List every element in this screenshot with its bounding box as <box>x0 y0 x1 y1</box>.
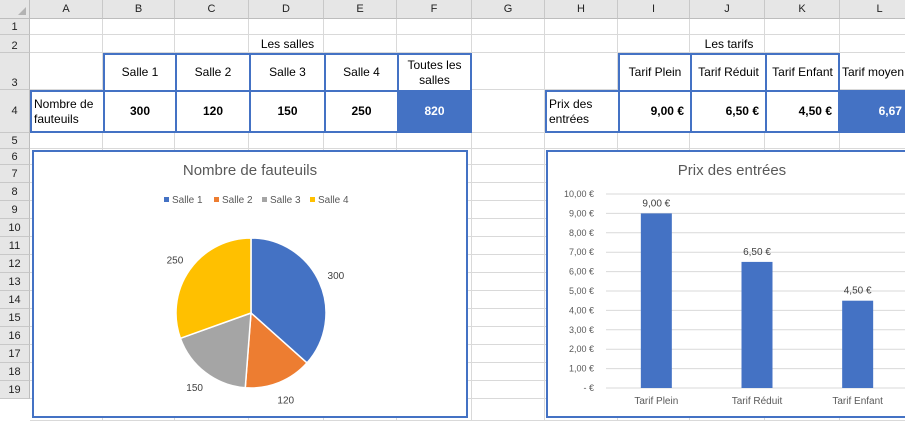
row-header-13[interactable]: 13 <box>0 273 30 291</box>
row-header-17[interactable]: 17 <box>0 345 30 363</box>
row-header-19[interactable]: 19 <box>0 381 30 399</box>
row-header-6[interactable]: 6 <box>0 149 30 165</box>
tarif-enfant-value[interactable]: 4,50 € <box>765 90 840 133</box>
tarif-plein-value[interactable]: 9,00 € <box>618 90 692 133</box>
y-tick-label-0: - € <box>583 383 594 393</box>
legend-swatch-4 <box>310 197 315 202</box>
bar-chart[interactable]: Prix des entrées - €1,00 €2,00 €3,00 €4,… <box>546 150 905 418</box>
row-header-2[interactable]: 2 <box>0 35 30 53</box>
pie-data-label-3: 150 <box>186 383 203 394</box>
salle4-label[interactable]: Salle 4 <box>324 53 399 92</box>
bar-3 <box>842 300 874 388</box>
row-header-15[interactable]: 15 <box>0 309 30 327</box>
bar-chart-svg: - € 1,00 € 2,00 € 3,00 € 4,00 € 5,00 € 6,00 € 7… <box>564 189 905 407</box>
column-header-l[interactable]: L <box>840 0 905 19</box>
row-header-1[interactable]: 1 <box>0 19 30 35</box>
salle3-value[interactable]: 150 <box>249 90 326 133</box>
row-header-4[interactable]: 4 <box>0 90 30 133</box>
y-tick-label-5: 5,00 € <box>569 286 594 296</box>
salles-header[interactable]: Les salles <box>103 35 472 53</box>
row-header-16[interactable]: 16 <box>0 327 30 345</box>
salle4-value[interactable]: 250 <box>324 90 399 133</box>
tarif-reduit-value[interactable]: 6,50 € <box>690 90 767 133</box>
y-tick-label-6: 6,00 € <box>569 267 594 277</box>
row-header-10[interactable]: 10 <box>0 219 30 237</box>
bar-data-label-2: 6,50 € <box>743 247 771 258</box>
row-header-14[interactable]: 14 <box>0 291 30 309</box>
y-tick-label-10: 10,00 € <box>564 189 594 199</box>
prix-entrees-label[interactable]: Prix des entrées <box>545 90 620 133</box>
pie-chart[interactable]: Nombre de fauteuils Salle 1 Salle 2 Salle … <box>32 150 468 418</box>
y-tick-label-2: 2,00 € <box>569 344 594 354</box>
y-tick-label-4: 4,00 € <box>569 305 594 315</box>
grid-line <box>544 19 545 421</box>
row-header-8[interactable]: 8 <box>0 183 30 201</box>
salle2-label[interactable]: Salle 2 <box>175 53 251 92</box>
column-header-h[interactable]: H <box>545 0 618 19</box>
column-header-c[interactable]: C <box>175 0 249 19</box>
pie-data-label-1: 300 <box>328 271 345 282</box>
column-header-b[interactable]: B <box>103 0 175 19</box>
salle3-label[interactable]: Salle 3 <box>249 53 326 92</box>
y-tick-label-1: 1,00 € <box>569 364 594 374</box>
column-header-e[interactable]: E <box>324 0 397 19</box>
row-header-3[interactable]: 3 <box>0 53 30 90</box>
pie-chart-svg: Salle 1 Salle 2 Salle 3 Salle 4 300 120 150 250 <box>164 195 349 406</box>
bar-data-label-3: 4,50 € <box>844 286 872 297</box>
bar-1 <box>640 213 672 388</box>
row-header-9[interactable]: 9 <box>0 201 30 219</box>
row-header-7[interactable]: 7 <box>0 165 30 183</box>
grid-line <box>30 148 905 149</box>
bar-data-label-1: 9,00 € <box>642 198 670 209</box>
tarif-reduit-label[interactable]: Tarif Réduit <box>690 53 767 92</box>
column-header-a[interactable]: A <box>30 0 103 19</box>
pie-data-label-2: 120 <box>277 395 294 406</box>
pie-data-label-4: 250 <box>167 255 184 266</box>
toutes-salles-label[interactable]: Toutes les salles <box>397 53 472 92</box>
x-category-label-3: Tarif Enfant <box>832 396 883 407</box>
row-header-12[interactable]: 12 <box>0 255 30 273</box>
tarif-moyen-label[interactable]: Tarif moyen <box>840 53 905 92</box>
salle1-value[interactable]: 300 <box>103 90 177 133</box>
salle1-label[interactable]: Salle 1 <box>103 53 177 92</box>
legend-swatch-2 <box>214 197 219 202</box>
y-tick-label-3: 3,00 € <box>569 325 594 335</box>
bar-2 <box>741 261 773 388</box>
legend-label-3: Salle 3 <box>270 195 301 206</box>
y-tick-label-7: 7,00 € <box>569 247 594 257</box>
legend-label-4: Salle 4 <box>318 195 349 206</box>
column-header-f[interactable]: F <box>397 0 472 19</box>
spreadsheet: ABCDEFGHIJKL 1 2 3 4 5 6 7 8 9 10 11 12 13 14 15 16 17 18… <box>0 0 905 421</box>
x-category-label-2: Tarif Réduit <box>732 396 783 407</box>
legend-label-2: Salle 2 <box>222 195 253 206</box>
legend-swatch-3 <box>262 197 267 202</box>
column-header-d[interactable]: D <box>249 0 324 19</box>
tarif-plein-label[interactable]: Tarif Plein <box>618 53 692 92</box>
column-header-k[interactable]: K <box>765 0 840 19</box>
legend-label-1: Salle 1 <box>172 195 203 206</box>
tarifs-header[interactable]: Les tarifs <box>618 35 840 53</box>
row-header-11[interactable]: 11 <box>0 237 30 255</box>
column-header-i[interactable]: I <box>618 0 690 19</box>
y-tick-label-8: 8,00 € <box>569 228 594 238</box>
y-tick-label-9: 9,00 € <box>569 208 594 218</box>
select-all-corner[interactable] <box>0 0 30 19</box>
tarif-moyen-value[interactable]: 6,67 € <box>838 90 905 133</box>
salle2-value[interactable]: 120 <box>175 90 251 133</box>
total-fauteuils-value[interactable]: 820 <box>397 90 472 133</box>
nombre-fauteuils-label[interactable]: Nombre de fauteuils <box>30 90 105 133</box>
legend-swatch-1 <box>164 197 169 202</box>
column-header-g[interactable]: G <box>472 0 545 19</box>
tarif-enfant-label[interactable]: Tarif Enfant <box>765 53 840 92</box>
x-category-label-1: Tarif Plein <box>634 396 678 407</box>
row-header-5[interactable]: 5 <box>0 133 30 149</box>
row-header-18[interactable]: 18 <box>0 363 30 381</box>
column-header-j[interactable]: J <box>690 0 765 19</box>
